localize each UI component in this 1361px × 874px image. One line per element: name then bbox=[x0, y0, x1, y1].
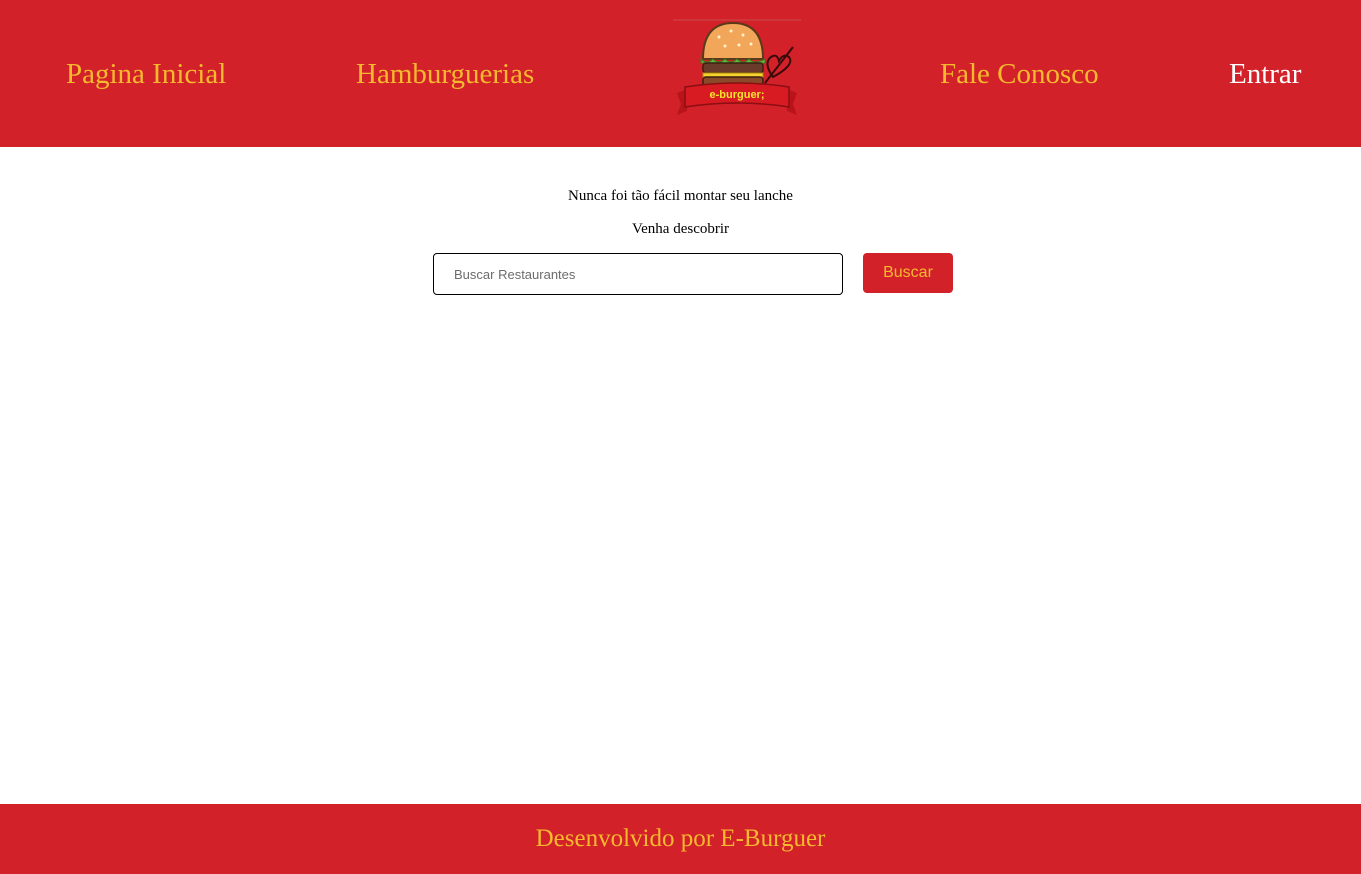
main-content: Nunca foi tão fácil montar seu lanche Ve… bbox=[0, 147, 1361, 804]
search-button[interactable]: Buscar bbox=[863, 253, 953, 293]
logo-banner-text: e-burguer; bbox=[710, 89, 765, 101]
tagline-primary: Nunca foi tão fácil montar seu lanche bbox=[568, 188, 793, 204]
footer-credit: Desenvolvido por E-Burguer bbox=[535, 825, 826, 852]
burger-logo-icon: e-burguer; bbox=[673, 19, 801, 115]
nav-burger-shops-link[interactable]: Hamburguerias bbox=[356, 56, 534, 92]
site-footer: Desenvolvido por E-Burguer bbox=[0, 804, 1361, 874]
brand-logo[interactable]: e-burguer; bbox=[673, 19, 801, 117]
nav-home-link[interactable]: Pagina Inicial bbox=[66, 56, 226, 92]
tagline-secondary: Venha descobrir bbox=[631, 221, 730, 237]
nav-login-link[interactable]: Entrar bbox=[1229, 56, 1301, 92]
nav-contact-link[interactable]: Fale Conosco bbox=[940, 56, 1099, 92]
restaurant-search-input[interactable] bbox=[433, 253, 843, 295]
site-header: Pagina Inicial Hamburguerias e-burguer; … bbox=[0, 0, 1361, 147]
